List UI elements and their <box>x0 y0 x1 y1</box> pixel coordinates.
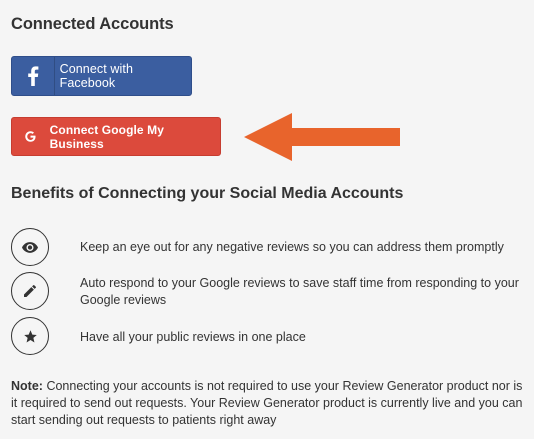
benefits-title: Benefits of Connecting your Social Media… <box>11 185 404 202</box>
connect-facebook-button[interactable]: Connect with Facebook <box>11 56 192 96</box>
benefit-item-2: Auto respond to your Google reviews to s… <box>80 276 519 307</box>
pencil-icon <box>11 272 49 310</box>
benefit-item-1: Keep an eye out for any negative reviews… <box>80 240 504 254</box>
benefit-item-3: Have all your public reviews in one plac… <box>80 330 306 344</box>
connect-facebook-label: Connect with Facebook <box>59 62 134 90</box>
connect-google-label: Connect Google My Business <box>49 122 165 151</box>
eye-icon <box>11 228 49 266</box>
pointer-arrow <box>244 113 400 161</box>
connected-accounts-title: Connected Accounts <box>11 15 174 33</box>
note-text: Connecting your accounts is not required… <box>11 379 523 427</box>
note-paragraph: Note: Connecting your accounts is not re… <box>11 378 531 429</box>
star-icon <box>11 317 49 355</box>
connect-google-button[interactable]: Connect Google My Business <box>11 117 221 156</box>
facebook-icon <box>12 57 55 95</box>
google-icon <box>12 118 50 155</box>
note-label: Note: <box>11 379 43 393</box>
